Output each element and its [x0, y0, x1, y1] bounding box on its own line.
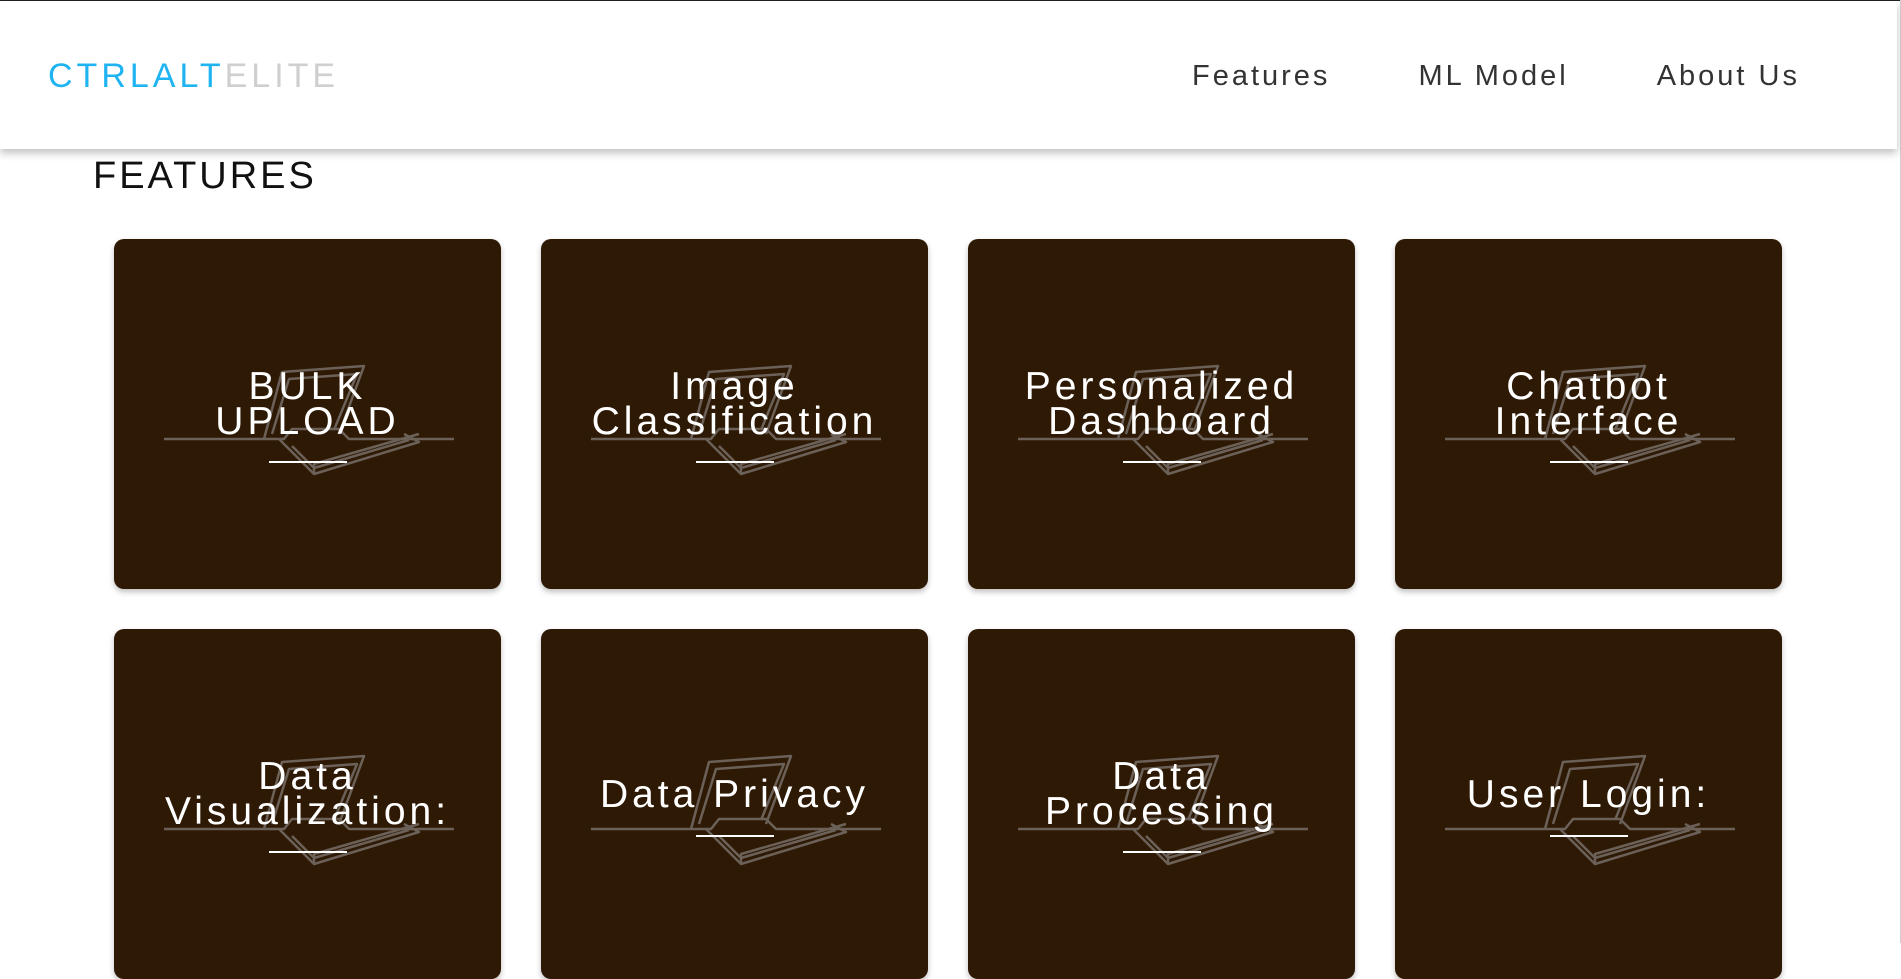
feature-card-title-line: Visualization:	[164, 790, 451, 833]
features-grid: BULK UPLOAD Image Classification Personali…	[114, 239, 1782, 979]
feature-card-underline	[696, 835, 774, 837]
feature-card-data-processing[interactable]: Data Processing	[968, 629, 1355, 979]
navbar: CTRLALTELITE Features ML Model About Us	[0, 1, 1897, 149]
brand-logo-primary: CTRLALT	[48, 57, 225, 95]
feature-card-title-line: Personalized	[1024, 365, 1299, 408]
feature-card-title: Data Processing	[968, 629, 1355, 979]
feature-card-title: Data Privacy	[541, 629, 928, 979]
feature-card-underline	[1123, 461, 1201, 463]
brand-logo-secondary: ELITE	[224, 57, 340, 95]
nav-link-ml-model[interactable]: ML Model	[1418, 59, 1568, 93]
feature-card-title-line: Data	[258, 755, 357, 798]
feature-card-title-line: Processing	[1045, 790, 1278, 833]
feature-card-underline	[269, 851, 347, 853]
feature-card-title: Chatbot Interface	[1395, 239, 1782, 589]
feature-card-data-visualization[interactable]: Data Visualization:	[114, 629, 501, 979]
feature-card-underline	[1550, 835, 1628, 837]
feature-card-title: Personalized Dashboard	[968, 239, 1355, 589]
feature-card-data-privacy[interactable]: Data Privacy	[541, 629, 928, 979]
feature-card-title-line: UPLOAD	[215, 400, 400, 443]
feature-card-underline	[269, 461, 347, 463]
feature-card-title: User Login:	[1395, 629, 1782, 979]
feature-card-underline	[1550, 461, 1628, 463]
feature-card-title-line: Image	[670, 365, 799, 408]
feature-card-chatbot-interface[interactable]: Chatbot Interface	[1395, 239, 1782, 589]
feature-card-title-line: Data	[1112, 755, 1211, 798]
feature-card-user-login[interactable]: User Login:	[1395, 629, 1782, 979]
feature-card-title-line: Classification	[591, 400, 878, 443]
brand-logo[interactable]: CTRLALTELITE	[48, 55, 339, 97]
feature-card-title-line: Interface	[1494, 400, 1683, 443]
nav-link-features[interactable]: Features	[1192, 59, 1330, 93]
feature-card-personalized-dashboard[interactable]: Personalized Dashboard	[968, 239, 1355, 589]
feature-card-title: Image Classification	[541, 239, 928, 589]
nav-link-about-us[interactable]: About Us	[1657, 59, 1800, 93]
feature-card-title-line: Dashboard	[1048, 400, 1275, 443]
feature-card-title: Data Visualization:	[114, 629, 501, 979]
feature-card-underline	[1123, 851, 1201, 853]
feature-card-title-line: User Login:	[1466, 772, 1711, 816]
feature-card-title-line: Data Privacy	[599, 772, 870, 816]
feature-card-title-line: Chatbot	[1506, 365, 1671, 408]
features-section-title: FEATURES	[93, 155, 317, 197]
nav-links: Features ML Model About Us	[1104, 59, 1800, 93]
feature-card-bulk-upload[interactable]: BULK UPLOAD	[114, 239, 501, 589]
feature-card-image-classification[interactable]: Image Classification	[541, 239, 928, 589]
feature-card-title: BULK UPLOAD	[114, 239, 501, 589]
feature-card-underline	[696, 461, 774, 463]
feature-card-title-line: BULK	[248, 365, 367, 408]
